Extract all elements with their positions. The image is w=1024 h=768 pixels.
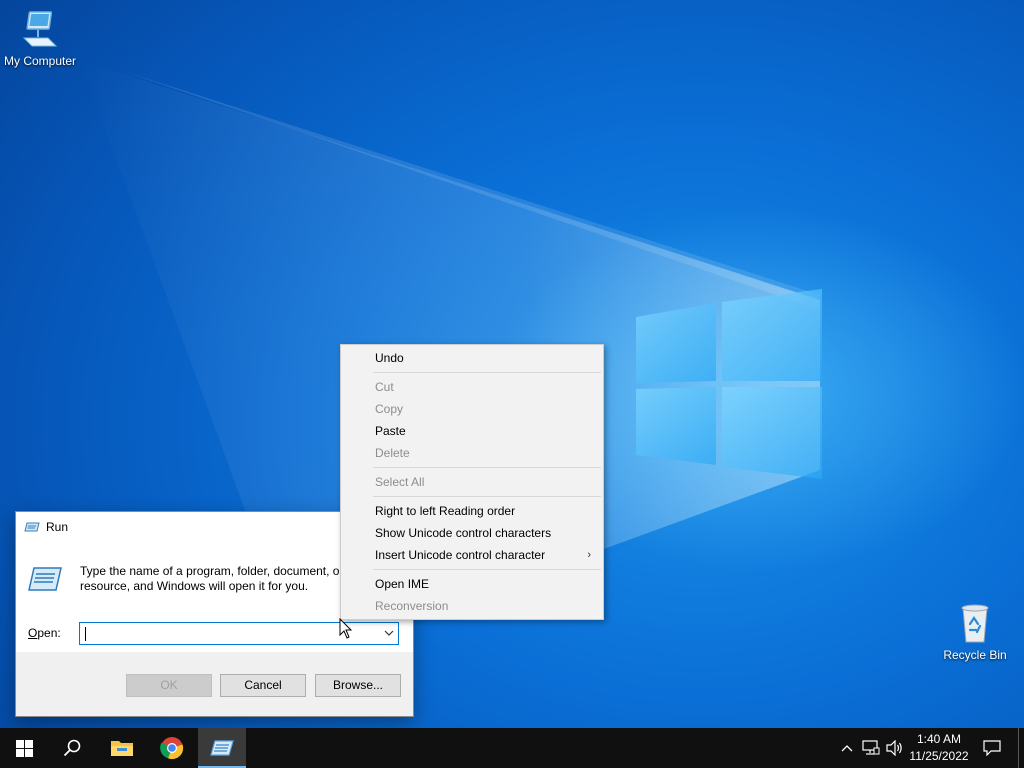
menu-separator: [373, 569, 601, 570]
file-explorer-icon: [111, 741, 133, 756]
menu-item-copy[interactable]: Copy: [341, 398, 603, 420]
show-desktop-button[interactable]: [1018, 728, 1024, 768]
desktop-icon-label: My Computer: [3, 54, 77, 68]
chevron-down-icon[interactable]: [384, 628, 394, 638]
run-icon: [210, 740, 234, 756]
action-center-button[interactable]: [976, 728, 1008, 768]
cancel-button[interactable]: Cancel: [220, 674, 306, 697]
menu-item-paste[interactable]: Paste: [341, 420, 603, 442]
menu-item-cut[interactable]: Cut: [341, 376, 603, 398]
run-icon: [24, 522, 40, 532]
menu-item-rtl-reading-order[interactable]: Right to left Reading order: [341, 500, 603, 522]
menu-item-label: Insert Unicode control character: [375, 548, 546, 562]
volume-tray-button[interactable]: [884, 728, 906, 768]
chevron-right-icon: ›: [587, 549, 591, 561]
chrome-button[interactable]: [148, 728, 196, 768]
menu-item-insert-unicode-control[interactable]: Insert Unicode control character ›: [341, 544, 603, 566]
menu-item-reconversion[interactable]: Reconversion: [341, 595, 603, 617]
clock-date: 11/25/2022: [909, 749, 969, 763]
desktop-icon-my-computer[interactable]: My Computer: [0, 8, 80, 68]
windows-logo-wallpaper: [636, 289, 822, 479]
notification-icon: [983, 740, 1001, 756]
text-caret: [85, 627, 86, 641]
show-hidden-icons-button[interactable]: [838, 728, 856, 768]
run-description: Type the name of a program, folder, docu…: [80, 564, 380, 594]
menu-separator: [373, 372, 601, 373]
chrome-icon: [160, 737, 184, 760]
menu-item-delete[interactable]: Delete: [341, 442, 603, 464]
menu-item-select-all[interactable]: Select All: [341, 471, 603, 493]
desktop-icon-recycle-bin[interactable]: Recycle Bin: [935, 600, 1015, 662]
browse-button[interactable]: Browse...: [315, 674, 401, 697]
network-tray-button[interactable]: [860, 728, 882, 768]
start-button[interactable]: [0, 728, 48, 768]
search-button[interactable]: [48, 728, 96, 768]
run-title: Run: [46, 520, 69, 534]
run-footer: OK Cancel Browse...: [16, 652, 413, 716]
file-explorer-button[interactable]: [98, 728, 146, 768]
open-input[interactable]: [82, 624, 372, 643]
clock-time: 1:40 AM: [916, 732, 962, 746]
menu-item-undo[interactable]: Undo: [341, 347, 603, 369]
menu-separator: [373, 467, 601, 468]
open-label: Open:: [28, 626, 61, 640]
chevron-up-icon: [841, 745, 853, 752]
ok-button[interactable]: OK: [126, 674, 212, 697]
run-description-line2: resource, and Windows will open it for y…: [80, 579, 309, 593]
taskbar: 1:40 AM 11/25/2022: [0, 728, 1024, 768]
taskbar-clock[interactable]: 1:40 AM 11/25/2022: [906, 731, 972, 765]
run-taskbar-button[interactable]: [198, 728, 246, 768]
recycle-bin-icon: [961, 604, 989, 643]
network-icon: [862, 740, 880, 755]
desktop-icon-label: Recycle Bin: [943, 648, 1007, 662]
menu-item-show-unicode-control[interactable]: Show Unicode control characters: [341, 522, 603, 544]
run-description-line1: Type the name of a program, folder, docu…: [80, 564, 380, 578]
start-icon: [15, 739, 33, 757]
mouse-cursor-icon: [339, 618, 353, 639]
run-large-icon: [28, 567, 62, 591]
computer-icon: [22, 11, 58, 47]
volume-icon: [886, 740, 902, 756]
menu-item-open-ime[interactable]: Open IME: [341, 573, 603, 595]
search-icon: [63, 739, 81, 757]
context-menu: Undo Cut Copy Paste Delete Select All Ri…: [340, 344, 604, 620]
menu-separator: [373, 496, 601, 497]
